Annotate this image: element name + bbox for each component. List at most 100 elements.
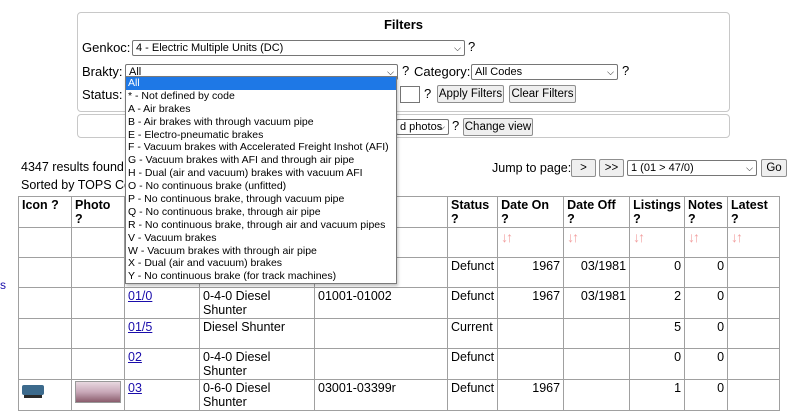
go-button[interactable]: Go	[761, 159, 787, 177]
code-link[interactable]: 03	[128, 381, 142, 395]
photo-cell	[71, 379, 125, 411]
brakty-option[interactable]: A - Air brakes	[126, 103, 396, 116]
latest-cell	[727, 379, 781, 411]
col-header-date-off[interactable]: Date Off ?	[563, 196, 631, 228]
code-cell: 01/5	[124, 318, 200, 349]
chevron-down-icon: ⌵	[438, 122, 445, 132]
latest-cell	[727, 318, 781, 349]
genkoc-select[interactable]: 4 - Electric Multiple Units (DC) ⌵	[132, 40, 465, 56]
status-label: Status:	[82, 87, 123, 102]
notes-cell: 0	[684, 287, 729, 319]
date-on-cell	[497, 318, 565, 349]
numbers-cell	[314, 318, 448, 349]
date-off-cell: 03/1981	[563, 287, 631, 319]
sort-arrows-icon[interactable]: ↓↑	[731, 229, 743, 245]
brakty-help[interactable]: ?	[402, 63, 409, 78]
view-help[interactable]: ?	[452, 118, 459, 133]
category-label: Category:	[414, 64, 471, 79]
status-input[interactable]	[400, 86, 420, 103]
photo-cell	[71, 318, 125, 349]
description-cell: 0-4-0 Diesel Shunter	[199, 287, 315, 319]
last-page-button[interactable]: >>	[599, 159, 624, 177]
sort-arrows-icon[interactable]: ↓↑	[501, 229, 513, 245]
results-count: 4347 results found	[21, 160, 124, 174]
icon-cell	[18, 318, 72, 349]
brakty-option[interactable]: G - Vacuum brakes with AFI and through a…	[126, 154, 396, 167]
brakty-option[interactable]: * - Not defined by code	[126, 90, 396, 103]
sort-arrows-icon[interactable]: ↓↑	[567, 229, 579, 245]
col-header-date-on[interactable]: Date On ?	[497, 196, 565, 228]
date-on-cell: 1967	[497, 379, 565, 411]
brakty-option[interactable]: All	[126, 77, 396, 90]
chevron-down-icon: ⌵	[454, 43, 461, 53]
sort-arrows-icon[interactable]: ↓↑	[688, 229, 700, 245]
page-select[interactable]: 1 (01 > 47/0) ⌵	[627, 160, 757, 176]
code-link[interactable]: 01/5	[128, 320, 152, 334]
status-cell: Defunct	[446, 348, 499, 380]
photos-select[interactable]: d photos ⌵	[396, 119, 449, 135]
col-header-notes[interactable]: Notes ?	[684, 196, 729, 228]
notes-cell: 0	[684, 257, 729, 288]
sort-arrows-icon[interactable]: ↓↑	[633, 229, 645, 245]
brakty-label: Brakty:	[82, 64, 123, 79]
locomotive-icon[interactable]	[22, 385, 44, 398]
date-off-cell: 03/1981	[563, 257, 631, 288]
brakty-option[interactable]: X - Dual (air and vacuum) brakes	[126, 257, 396, 270]
listings-cell: 0	[629, 348, 686, 380]
icon-cell	[18, 257, 72, 288]
brakty-dropdown-list[interactable]: All * - Not defined by code A - Air brakes…	[125, 76, 397, 284]
change-view-button[interactable]: Change view	[463, 118, 533, 136]
col-header-status[interactable]: Status ?	[446, 196, 499, 228]
photo-cell	[71, 287, 125, 319]
brakty-option[interactable]: B - Air brakes with through vacuum pipe	[126, 116, 396, 129]
clear-filters-button[interactable]: Clear Filters	[509, 85, 576, 103]
brakty-option[interactable]: R - No continuous brake, through air and…	[126, 219, 396, 232]
code-link[interactable]: 01/0	[128, 289, 152, 303]
col-header-listings[interactable]: Listings ?	[629, 196, 686, 228]
brakty-option[interactable]: O - No continuous brake (unfitted)	[126, 180, 396, 193]
icon-cell	[18, 287, 72, 319]
brakty-option[interactable]: W - Vacuum brakes with through air pipe	[126, 245, 396, 258]
brakty-option[interactable]: Q - No continuous brake, through air pip…	[126, 206, 396, 219]
code-link[interactable]: 02	[128, 350, 142, 364]
col-header-photo[interactable]: Photo ?	[71, 196, 125, 228]
status-cell: Defunct	[446, 257, 499, 288]
category-select[interactable]: All Codes ⌵	[471, 64, 618, 80]
apply-filters-button[interactable]: Apply Filters	[437, 85, 504, 103]
category-help[interactable]: ?	[622, 63, 629, 78]
status-cell: Defunct	[446, 379, 499, 411]
brakty-option[interactable]: E - Electro-pneumatic brakes	[126, 129, 396, 142]
notes-cell: 0	[684, 318, 729, 349]
col-header-latest[interactable]: Latest ?	[727, 196, 781, 228]
listings-cell: 0	[629, 257, 686, 288]
brakty-option[interactable]: P - No continuous brake, through vacuum …	[126, 193, 396, 206]
latest-cell	[727, 287, 781, 319]
date-on-cell: 1967	[497, 287, 565, 319]
date-on-cell	[497, 348, 565, 380]
brakty-option[interactable]: V - Vacuum brakes	[126, 232, 396, 245]
status-help[interactable]: ?	[424, 86, 431, 101]
brakty-option[interactable]: Y - No continuous brake (for track machi…	[126, 270, 396, 283]
side-link[interactable]: s	[0, 278, 6, 292]
photo-cell	[71, 257, 125, 288]
genkoc-help[interactable]: ?	[468, 39, 475, 54]
listings-cell: 5	[629, 318, 686, 349]
numbers-cell: 01001-01002	[314, 287, 448, 319]
table-row: 02 0-4-0 Diesel Shunter Defunct 0 0	[18, 348, 781, 380]
code-cell: 02	[124, 348, 200, 380]
brakty-option[interactable]: F - Vacuum brakes with Accelerated Freig…	[126, 141, 396, 154]
date-off-cell	[563, 379, 631, 411]
brakty-option[interactable]: H - Dual (air and vacuum) brakes with va…	[126, 167, 396, 180]
next-page-button[interactable]: >	[571, 159, 596, 177]
icon-cell	[18, 348, 72, 380]
description-cell: 0-4-0 Diesel Shunter	[199, 348, 315, 380]
table-row: 03 0-6-0 Diesel Shunter 03001-03399r Defunc…	[18, 379, 781, 411]
chevron-down-icon: ⌵	[746, 163, 753, 173]
status-cell: Current	[446, 318, 499, 349]
code-cell: 01/0	[124, 287, 200, 319]
filters-title: Filters	[383, 17, 423, 32]
photo-thumbnail[interactable]	[75, 381, 121, 403]
latest-cell	[727, 257, 781, 288]
notes-cell: 0	[684, 348, 729, 380]
col-header-icon[interactable]: Icon ?	[18, 196, 72, 228]
